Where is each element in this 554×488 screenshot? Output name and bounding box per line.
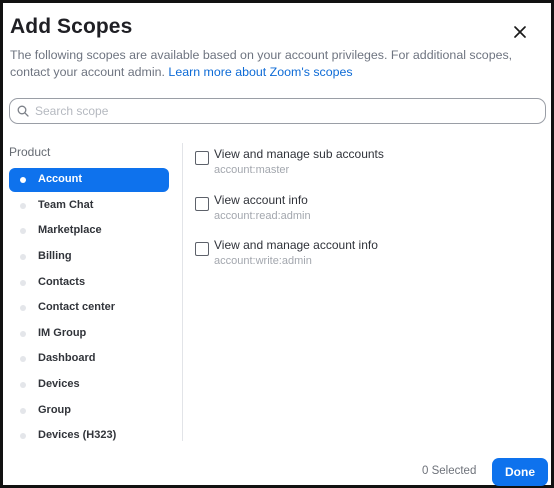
sidebar-item-dashboard[interactable]: Dashboard bbox=[9, 347, 169, 371]
sidebar-item-label: IM Group bbox=[38, 327, 87, 339]
close-icon[interactable] bbox=[509, 21, 531, 43]
sidebar-item-label: Marketplace bbox=[38, 224, 102, 236]
product-sidebar: Product Account Team Chat Marketplace Bi… bbox=[9, 141, 179, 441]
search-input[interactable] bbox=[35, 101, 535, 121]
done-button[interactable]: Done bbox=[492, 458, 548, 486]
scope-name: View and manage sub accounts bbox=[214, 147, 384, 161]
scope-item: View and manage sub accounts account:mas… bbox=[195, 147, 525, 181]
bullet-icon bbox=[20, 356, 26, 362]
add-scopes-dialog: Add Scopes The following scopes are avai… bbox=[0, 0, 554, 488]
sidebar-item-account[interactable]: Account bbox=[9, 168, 169, 192]
sidebar-item-team-chat[interactable]: Team Chat bbox=[9, 194, 169, 218]
scope-item: View account info account:read:admin bbox=[195, 193, 525, 227]
bullet-icon bbox=[20, 228, 26, 234]
sidebar-item-label: Contacts bbox=[38, 276, 86, 288]
search-icon bbox=[17, 105, 29, 117]
scope-checkbox[interactable] bbox=[195, 242, 209, 256]
dialog-description: The following scopes are available based… bbox=[10, 47, 540, 81]
panel-divider bbox=[182, 143, 183, 441]
scope-code: account:write:admin bbox=[214, 255, 312, 267]
sidebar-item-label: Team Chat bbox=[38, 199, 94, 211]
scope-item: View and manage account info account:wri… bbox=[195, 238, 525, 272]
selected-count: 0 Selected bbox=[422, 465, 477, 477]
scope-name: View and manage account info bbox=[214, 238, 378, 252]
sidebar-item-group[interactable]: Group bbox=[9, 399, 169, 423]
scope-checkbox[interactable] bbox=[195, 151, 209, 165]
sidebar-item-label: Devices (H323) bbox=[38, 429, 117, 441]
sidebar-item-billing[interactable]: Billing bbox=[9, 245, 169, 269]
learn-more-link[interactable]: Learn more about Zoom's scopes bbox=[168, 65, 352, 79]
search-box[interactable] bbox=[9, 98, 546, 124]
scope-name: View account info bbox=[214, 193, 308, 207]
dialog-title: Add Scopes bbox=[10, 15, 133, 38]
bullet-icon bbox=[20, 433, 26, 439]
scope-code: account:master bbox=[214, 164, 290, 176]
sidebar-item-contact-center[interactable]: Contact center bbox=[9, 296, 169, 320]
sidebar-item-label: Dashboard bbox=[38, 352, 96, 364]
sidebar-item-im-group[interactable]: IM Group bbox=[9, 322, 169, 346]
bullet-icon bbox=[20, 177, 26, 183]
scope-checkbox[interactable] bbox=[195, 197, 209, 211]
bullet-icon bbox=[20, 382, 26, 388]
scope-code: account:read:admin bbox=[214, 210, 311, 222]
sidebar-item-label: Contact center bbox=[38, 301, 116, 313]
sidebar-item-label: Devices bbox=[38, 378, 80, 390]
sidebar-item-devices[interactable]: Devices bbox=[9, 373, 169, 397]
product-heading: Product bbox=[9, 145, 51, 159]
bullet-icon bbox=[20, 203, 26, 209]
bullet-icon bbox=[20, 331, 26, 337]
bullet-icon bbox=[20, 408, 26, 414]
sidebar-item-label: Group bbox=[38, 404, 71, 416]
bullet-icon bbox=[20, 254, 26, 260]
sidebar-item-contacts[interactable]: Contacts bbox=[9, 271, 169, 295]
bullet-icon bbox=[20, 305, 26, 311]
sidebar-item-label: Account bbox=[38, 173, 82, 185]
bullet-icon bbox=[20, 280, 26, 286]
sidebar-item-label: Billing bbox=[38, 250, 72, 262]
sidebar-item-devices-h323[interactable]: Devices (H323) bbox=[9, 424, 169, 441]
sidebar-item-marketplace[interactable]: Marketplace bbox=[9, 219, 169, 243]
